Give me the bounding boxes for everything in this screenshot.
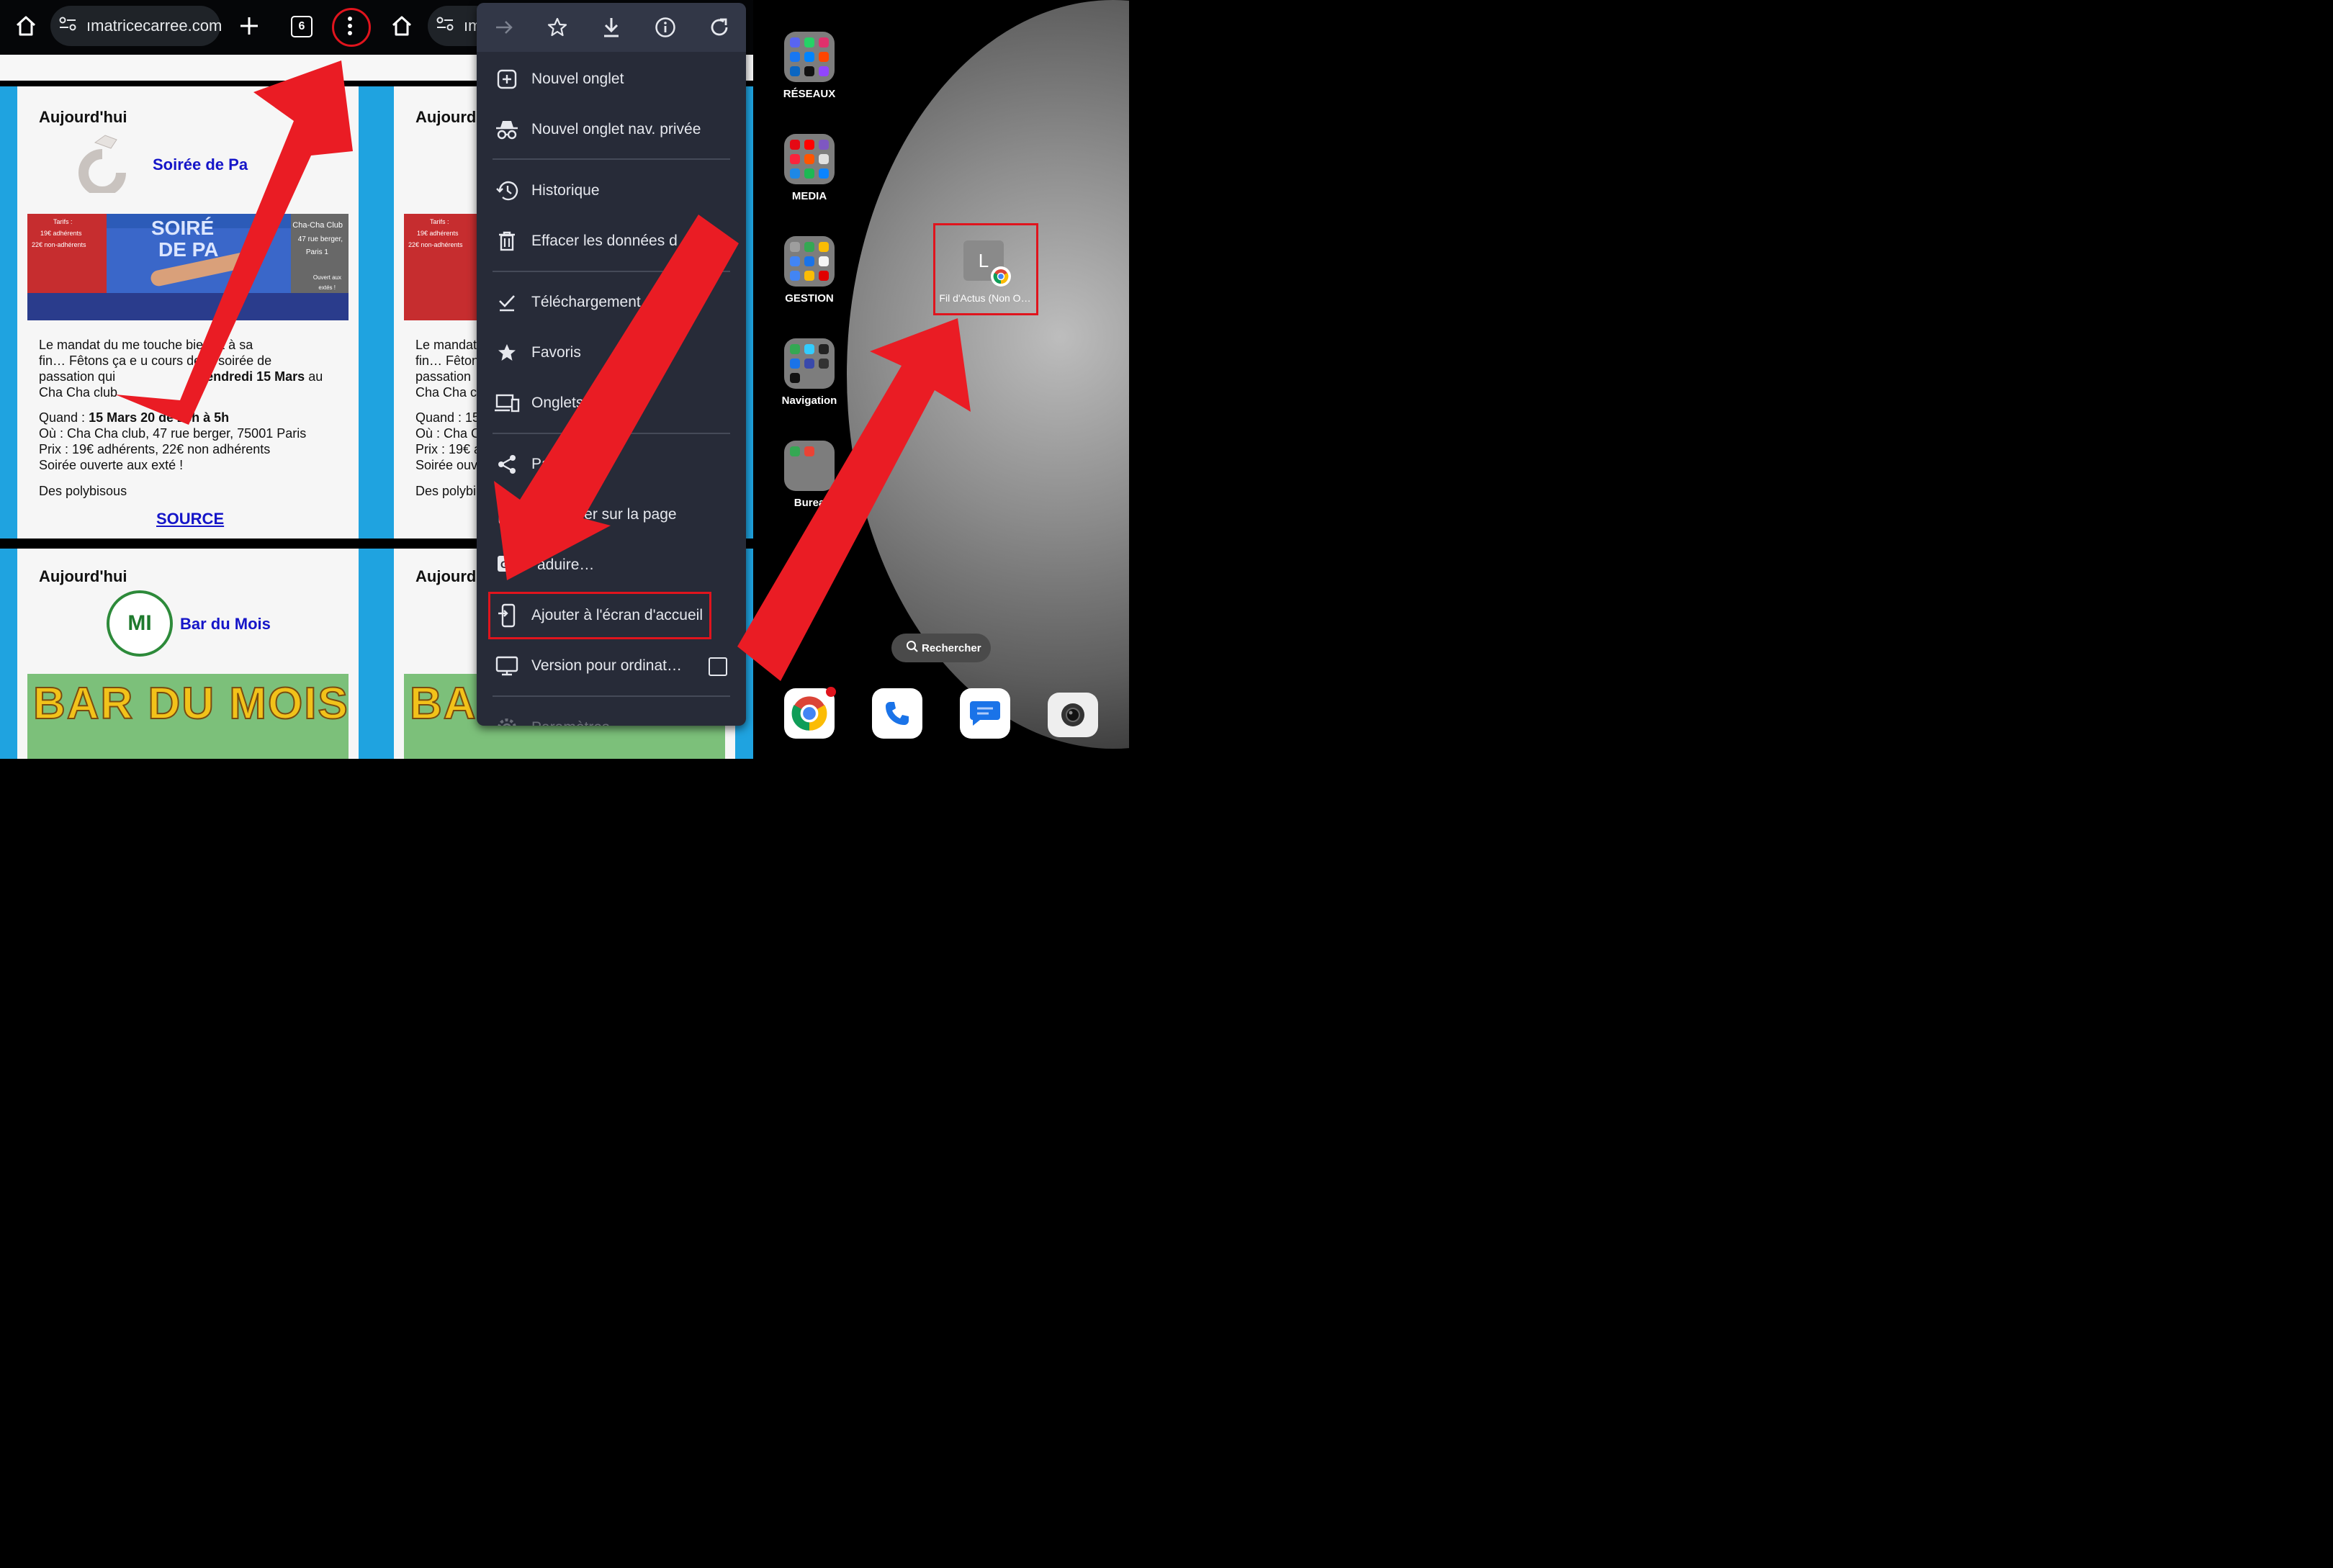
annotation-arrows (115, 60, 971, 681)
arrow-to-shortcut (737, 318, 971, 681)
arrow-to-add-home (494, 215, 739, 580)
arrow-to-menu (115, 60, 353, 425)
